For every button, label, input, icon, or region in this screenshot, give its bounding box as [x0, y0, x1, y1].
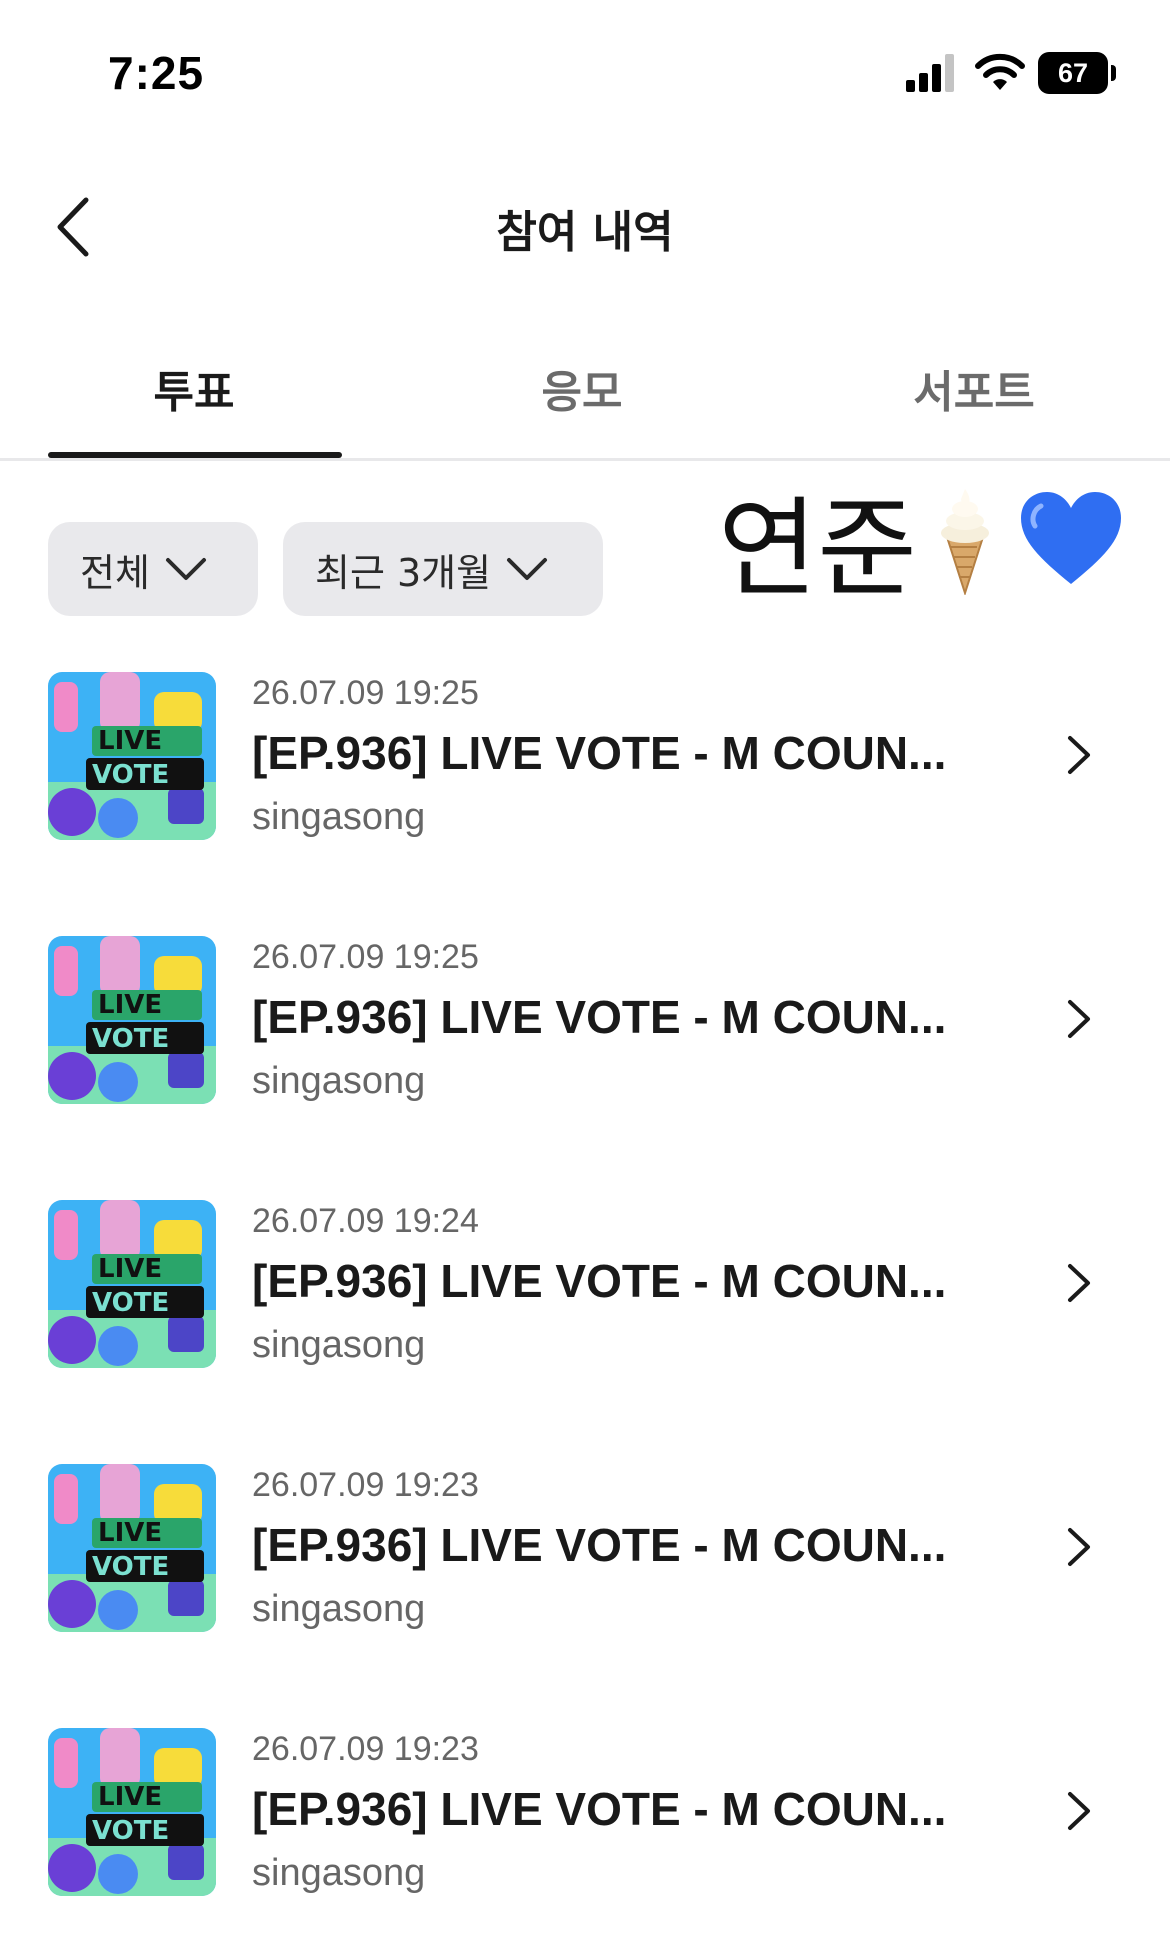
tab-support[interactable]: 서포트	[824, 356, 1124, 420]
tab-divider	[0, 458, 1170, 461]
item-title: [EP.936] LIVE VOTE - M COUN...	[252, 1783, 947, 1835]
live-vote-thumbnail: LIVE VOTE	[48, 1464, 216, 1632]
live-vote-thumbnail: LIVE VOTE	[48, 672, 216, 840]
type-filter-label: 전체	[80, 550, 150, 595]
thumbnail-vote-label: VOTE	[92, 1024, 170, 1054]
thumbnail-vote-label: VOTE	[92, 1288, 170, 1318]
blue-heart-icon	[1020, 492, 1121, 584]
chevron-right-icon	[1068, 1792, 1090, 1830]
item-subtitle: singasong	[252, 796, 426, 838]
tab-bar: 투표 응모 서포트	[0, 340, 1170, 461]
wifi-icon	[975, 53, 1025, 90]
list-item[interactable]: LIVE VOTE 26.07.09 19:25 [EP.936] LIVE V…	[0, 660, 1170, 860]
cellular-signal-icon	[906, 54, 954, 92]
thumbnail-vote-label: VOTE	[92, 760, 170, 790]
live-vote-thumbnail: LIVE VOTE	[48, 936, 216, 1104]
item-date: 26.07.09 19:24	[252, 1202, 479, 1240]
status-bar: 7:25 67	[0, 0, 1170, 150]
list-item[interactable]: LIVE VOTE 26.07.09 19:25 [EP.936] LIVE V…	[0, 924, 1170, 1124]
period-filter-label: 최근 3개월	[315, 550, 492, 595]
list-item[interactable]: LIVE VOTE 26.07.09 19:23 [EP.936] LIVE V…	[0, 1452, 1170, 1652]
thumbnail-live-label: LIVE	[98, 1518, 163, 1548]
item-date: 26.07.09 19:25	[252, 938, 479, 976]
chevron-down-icon	[507, 558, 548, 580]
thumbnail-live-label: LIVE	[98, 1254, 163, 1284]
sticker-text: 연준	[718, 487, 917, 612]
thumbnail-live-label: LIVE	[98, 1782, 163, 1812]
chevron-right-icon	[1068, 1264, 1090, 1302]
status-time: 7:25	[108, 47, 205, 99]
chevron-right-icon	[1068, 736, 1090, 774]
battery-icon: 67	[1038, 52, 1118, 94]
thumbnail-live-label: LIVE	[98, 726, 163, 756]
chevron-down-icon	[165, 558, 206, 580]
chevron-right-icon	[1068, 1528, 1090, 1566]
item-subtitle: singasong	[252, 1060, 426, 1102]
item-title: [EP.936] LIVE VOTE - M COUN...	[252, 1255, 947, 1307]
thumbnail-vote-label: VOTE	[92, 1816, 170, 1846]
item-subtitle: singasong	[252, 1852, 426, 1894]
soft-ice-cream-icon	[940, 489, 989, 595]
item-title: [EP.936] LIVE VOTE - M COUN...	[252, 727, 947, 779]
type-filter-dropdown[interactable]: 전체	[48, 522, 258, 616]
header: 참여 내역	[0, 180, 1170, 270]
page-title: 참여 내역	[496, 207, 674, 258]
item-subtitle: singasong	[252, 1324, 426, 1366]
item-date: 26.07.09 19:23	[252, 1730, 479, 1768]
tab-apply[interactable]: 응모	[432, 356, 732, 420]
live-vote-thumbnail: LIVE VOTE	[48, 1200, 216, 1368]
battery-level: 67	[1038, 52, 1108, 94]
thumbnail-vote-label: VOTE	[92, 1552, 170, 1582]
list-item[interactable]: LIVE VOTE 26.07.09 19:24 [EP.936] LIVE V…	[0, 1188, 1170, 1388]
period-filter-dropdown[interactable]: 최근 3개월	[283, 522, 603, 616]
item-title: [EP.936] LIVE VOTE - M COUN...	[252, 1519, 947, 1571]
text-sticker: 연준	[718, 462, 1123, 618]
live-vote-thumbnail: LIVE VOTE	[48, 1728, 216, 1896]
item-title: [EP.936] LIVE VOTE - M COUN...	[252, 991, 947, 1043]
item-subtitle: singasong	[252, 1588, 426, 1630]
list-item[interactable]: LIVE VOTE 26.07.09 19:23 [EP.936] LIVE V…	[0, 1716, 1170, 1916]
item-date: 26.07.09 19:23	[252, 1466, 479, 1504]
thumbnail-live-label: LIVE	[98, 990, 163, 1020]
item-date: 26.07.09 19:25	[252, 674, 479, 712]
tab-vote[interactable]: 투표	[44, 356, 344, 420]
chevron-right-icon	[1068, 1000, 1090, 1038]
